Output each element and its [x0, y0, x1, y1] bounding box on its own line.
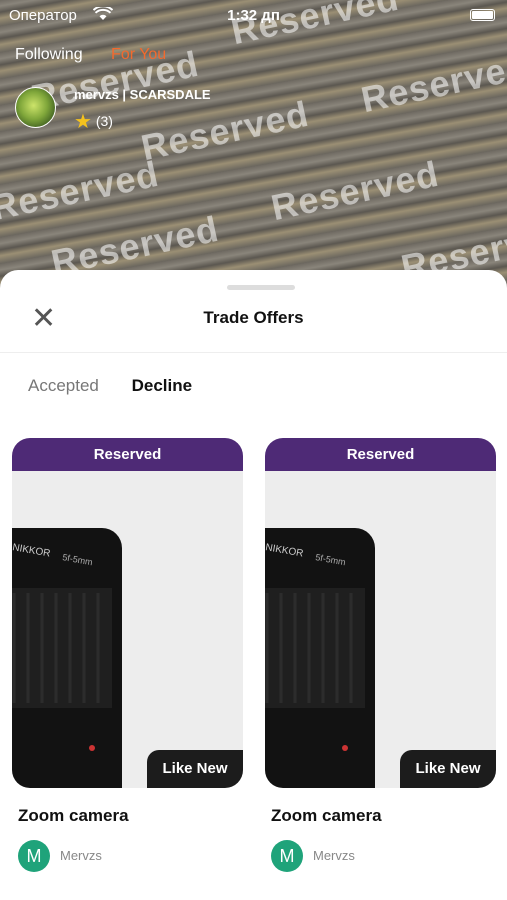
- condition-badge: Like New: [147, 750, 243, 788]
- tab-following[interactable]: Following: [15, 46, 83, 63]
- battery-icon: [470, 9, 495, 21]
- tab-accepted[interactable]: Accepted: [28, 376, 99, 395]
- owner-name: Mervzs: [60, 848, 102, 863]
- product-title[interactable]: Zoom camera: [271, 806, 496, 826]
- seller-name: mervzs | SCARSDALE: [74, 87, 211, 102]
- condition-badge: Like New: [400, 750, 496, 788]
- reserved-banner: Reserved: [12, 438, 243, 471]
- owner-avatar[interactable]: M: [271, 840, 303, 872]
- owner-avatar[interactable]: M: [18, 840, 50, 872]
- watermark: Reserved: [0, 152, 163, 229]
- watermark: Reserved: [137, 92, 313, 169]
- owner-name: Mervzs: [313, 848, 355, 863]
- camera-lens-image: NIKKOR 5f-5mm: [12, 528, 122, 788]
- product-title[interactable]: Zoom camera: [18, 806, 243, 826]
- camera-lens-image: NIKKOR 5f-5mm: [265, 528, 375, 788]
- watermark: Reserved: [267, 152, 443, 229]
- owner-info[interactable]: M Mervzs: [18, 840, 243, 872]
- watermark: Reserved: [357, 44, 507, 121]
- sheet-drag-handle[interactable]: [227, 285, 295, 290]
- product-image[interactable]: NIKKOR 5f-5mm Reserved Like New: [12, 438, 243, 788]
- product-image[interactable]: NIKKOR 5f-5mm Reserved Like New: [265, 438, 496, 788]
- reserved-banner: Reserved: [265, 438, 496, 471]
- feed-tabs: Following For You: [15, 46, 190, 64]
- sheet-title: Trade Offers: [203, 308, 304, 327]
- divider: [0, 352, 507, 353]
- tab-for-you[interactable]: For You: [111, 46, 166, 63]
- offer-tabs: Accepted Decline: [28, 376, 220, 396]
- offer-card[interactable]: NIKKOR 5f-5mm Reserved Like New Zoom cam…: [12, 438, 243, 872]
- offer-card[interactable]: NIKKOR 5f-5mm Reserved Like New Zoom cam…: [265, 438, 496, 872]
- listing-photo-background: Reserved Reserved Reserved Reserved Rese…: [0, 0, 507, 300]
- star-icon: ★: [74, 111, 92, 133]
- status-bar: Оператор 1:32 дп: [0, 0, 507, 32]
- rating-count: (3): [95, 113, 113, 129]
- rating: ★ (3): [74, 109, 113, 134]
- owner-info[interactable]: M Mervzs: [271, 840, 496, 872]
- trade-offers-sheet: ✕ Trade Offers Accepted Decline NIKKOR 5…: [0, 270, 507, 900]
- tab-decline[interactable]: Decline: [132, 376, 192, 395]
- clock: 1:32 дп: [227, 7, 280, 24]
- avatar[interactable]: [15, 87, 56, 128]
